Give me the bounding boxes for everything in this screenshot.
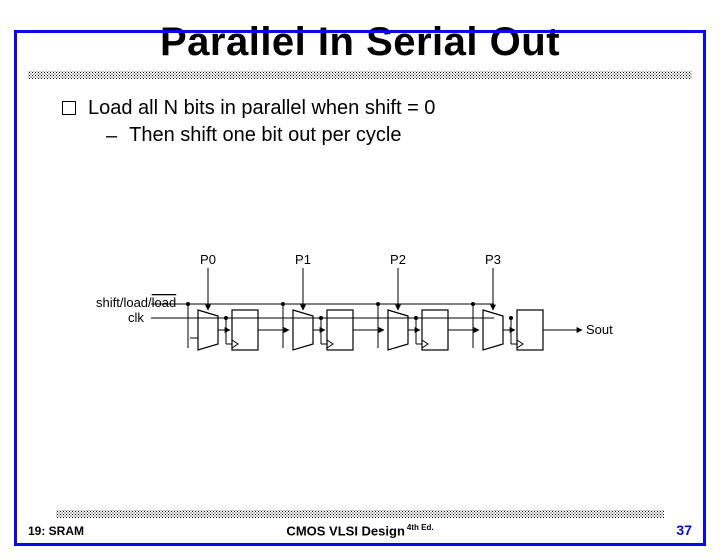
p-input-label: P2	[390, 252, 406, 267]
footer-center: CMOS VLSI Design4th Ed.	[286, 523, 433, 538]
footer: 19: SRAM CMOS VLSI Design4th Ed. 37	[28, 522, 692, 538]
shift-label: shift/load	[96, 295, 148, 310]
p-input-label: P0	[200, 252, 216, 267]
footer-left: 19: SRAM	[28, 524, 84, 538]
clk-label: clk	[128, 310, 144, 325]
footer-divider	[56, 510, 664, 518]
sout-label: Sout	[586, 322, 613, 337]
title-divider	[28, 71, 692, 79]
p-input-label: P3	[485, 252, 501, 267]
page-number: 37	[676, 522, 692, 538]
svg-text:shift/load/load: shift/load/load	[96, 295, 176, 310]
p-input-label: P1	[295, 252, 311, 267]
circuit-diagram: shift/load/load clk P0 P1 P2 P3 Sout	[96, 252, 616, 392]
